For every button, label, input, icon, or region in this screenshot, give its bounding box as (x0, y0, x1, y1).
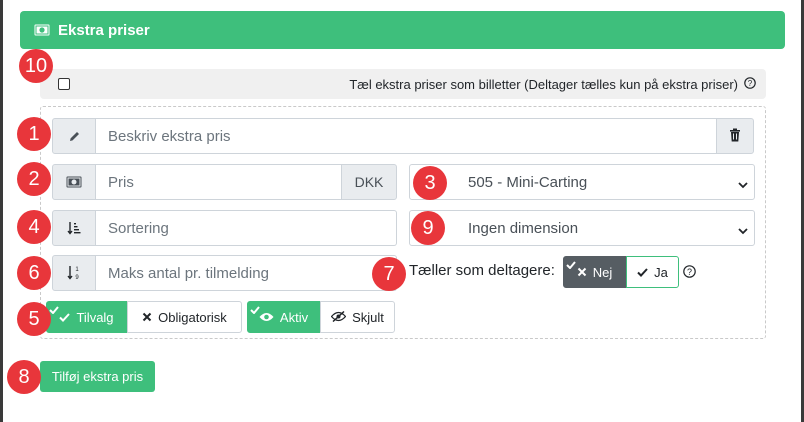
annotation-badge: 9 (411, 211, 445, 245)
trash-icon (729, 128, 741, 145)
annotation-badge: 5 (17, 302, 51, 336)
annotation-badge: 3 (413, 166, 447, 200)
delete-button[interactable] (716, 118, 754, 154)
dimension-select[interactable]: Ingen dimension (409, 210, 755, 246)
chevron-down-icon (738, 223, 748, 240)
counts-no-button[interactable]: Nej (563, 256, 626, 288)
sort-input-group: Sortering (52, 210, 397, 246)
dimension-select-value: Ingen dimension (468, 219, 579, 237)
x-icon (577, 265, 587, 280)
svg-text:?: ? (748, 79, 753, 88)
chevron-down-icon (738, 177, 748, 194)
mandatory-button[interactable]: Obligatorisk (127, 301, 242, 333)
count-as-tickets-checkbox[interactable] (58, 78, 70, 90)
svg-text:?: ? (687, 267, 692, 277)
price-input[interactable]: Pris (96, 164, 341, 200)
eye-slash-icon (330, 310, 347, 325)
question-circle-icon[interactable]: ? (683, 265, 696, 283)
money-icon (34, 24, 50, 36)
extra-prices-header: Ekstra priser (20, 11, 785, 49)
optional-button[interactable]: Tilvalg (46, 301, 127, 333)
counts-no-label: Nej (592, 264, 613, 280)
optional-label: Tilvalg (76, 309, 114, 325)
max-per-signup-input[interactable]: Maks antal pr. tilmelding (96, 255, 397, 291)
currency-label: DKK (341, 164, 397, 200)
annotation-badge: 10 (19, 49, 53, 83)
count-as-tickets-row: Tæl ekstra priser som billetter (Deltage… (40, 69, 766, 99)
description-input-group: Beskriv ekstra pris (52, 118, 754, 154)
sort-icon (52, 210, 96, 246)
money-icon (52, 164, 96, 200)
svg-text:9: 9 (75, 275, 79, 281)
svg-text:1: 1 (75, 267, 79, 273)
mandatory-label: Obligatorisk (158, 309, 227, 325)
active-button[interactable]: Aktiv (247, 301, 320, 333)
annotation-badge: 1 (17, 117, 51, 151)
annotation-badge: 6 (17, 256, 51, 290)
header-title: Ekstra priser (58, 21, 150, 39)
check-icon (59, 310, 71, 325)
optional-mandatory-toggle: Tilvalg Obligatorisk (46, 301, 242, 333)
sort-input[interactable]: Sortering (96, 210, 397, 246)
counts-as-participants-label: Tæller som deltagere: (409, 262, 555, 279)
annotation-badge: 8 (7, 360, 41, 394)
pencil-icon (52, 118, 96, 154)
category-select[interactable]: 505 - Mini-Carting (409, 164, 755, 200)
sort-numeric-icon: 19 (52, 255, 96, 291)
annotation-badge: 7 (372, 257, 406, 291)
price-input-group: Pris DKK (52, 164, 397, 200)
counts-yes-label: Ja (654, 264, 668, 280)
check-icon (566, 257, 576, 272)
check-icon (250, 302, 260, 317)
category-select-value: 505 - Mini-Carting (468, 173, 588, 191)
active-label: Aktiv (279, 309, 309, 325)
window-border-left (0, 0, 3, 422)
eye-icon (259, 310, 274, 325)
x-icon (142, 310, 152, 325)
add-extra-price-button[interactable]: Tilføj ekstra pris (40, 361, 155, 392)
annotation-badge: 4 (17, 210, 51, 244)
max-per-signup-input-group: 19 Maks antal pr. tilmelding (52, 255, 397, 291)
counts-as-participants-toggle: Nej Ja (563, 256, 679, 288)
check-icon (637, 265, 648, 280)
count-as-tickets-label: Tæl ekstra priser som billetter (Deltage… (349, 77, 738, 92)
visibility-toggle: Aktiv Skjult (247, 301, 395, 333)
question-circle-icon[interactable]: ? (744, 77, 756, 92)
hidden-label: Skjult (352, 309, 384, 325)
counts-yes-button[interactable]: Ja (626, 256, 679, 288)
hidden-button[interactable]: Skjult (320, 301, 395, 333)
description-input[interactable]: Beskriv ekstra pris (96, 118, 716, 154)
annotation-badge: 2 (17, 162, 51, 196)
